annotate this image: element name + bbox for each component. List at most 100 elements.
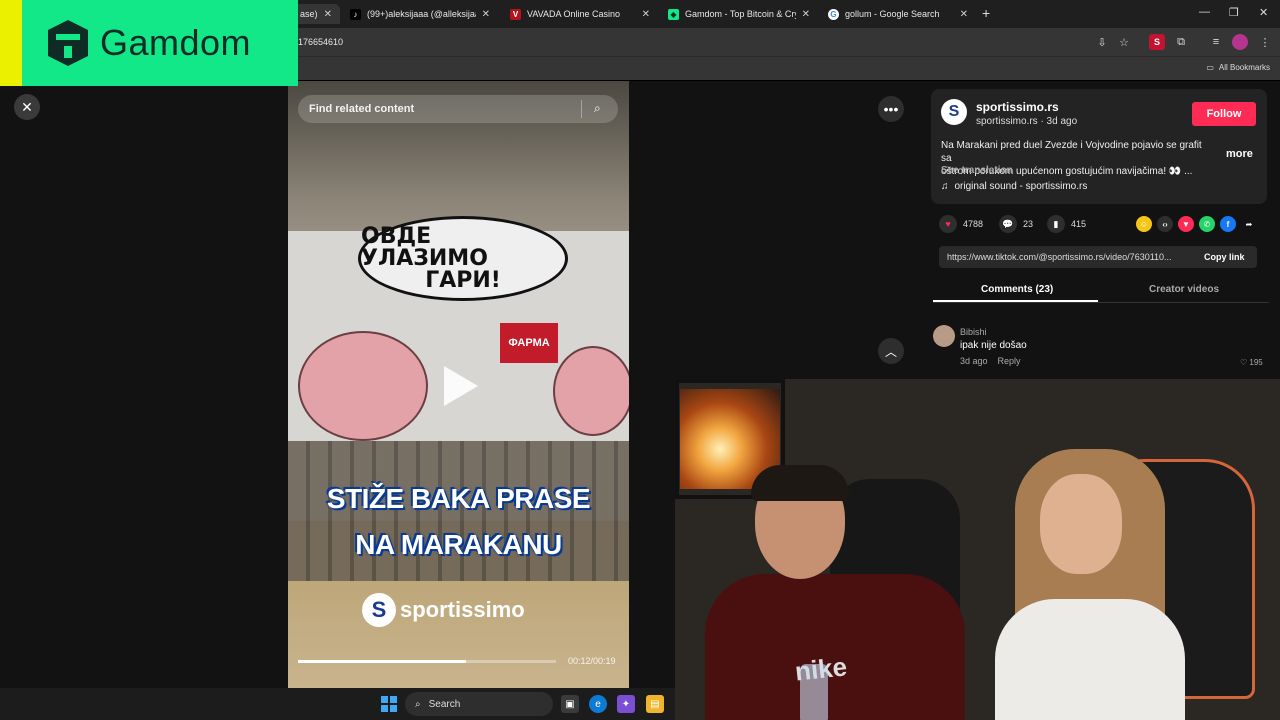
comments-tabs: Comments (23) Creator videos (933, 281, 1269, 303)
url-text[interactable]: 176654610 (298, 37, 343, 47)
graffiti-text-line1: ОВДЕ УЛАЗИМО (361, 223, 488, 271)
search-icon[interactable]: ⌕ (594, 101, 601, 116)
avatar[interactable]: S (941, 99, 967, 125)
like-button[interactable]: ♥ 4788 (939, 215, 983, 233)
close-icon[interactable]: ✕ (802, 9, 810, 20)
previous-video-button[interactable]: ︿ (878, 338, 904, 364)
whatsapp-icon[interactable]: ✆ (1199, 216, 1215, 232)
video-progress-bar[interactable] (298, 660, 556, 663)
google-icon: G (828, 8, 839, 20)
video-time: 00:12/00:19 (568, 656, 616, 666)
video-caption-line2: NA MARAKANU (355, 529, 562, 560)
close-icon: ✕ (21, 98, 33, 115)
task-view-icon[interactable]: ▣ (561, 695, 579, 713)
tab-google[interactable]: G gollum - Google Search ✕ (820, 4, 976, 24)
video-progress-fill (298, 660, 466, 663)
reading-list-icon[interactable]: ≡ (1208, 34, 1224, 50)
man-body (705, 574, 965, 720)
all-bookmarks-label: All Bookmarks (1218, 63, 1270, 72)
install-app-icon[interactable]: ⇩ (1094, 34, 1110, 50)
taskbar-search-label: Search (428, 698, 461, 710)
restore-icon[interactable]: ❐ (1229, 6, 1239, 19)
tab-title: gollum - Google Search (845, 9, 940, 19)
play-icon[interactable] (444, 366, 478, 406)
new-tab-button[interactable]: + (982, 5, 990, 21)
sound-label: original sound - sportissimo.rs (954, 181, 1088, 192)
close-video-button[interactable]: ✕ (14, 94, 40, 120)
streamer-man: nike (685, 465, 985, 720)
more-button[interactable]: more (1226, 148, 1253, 160)
reply-button[interactable]: Reply (998, 356, 1021, 366)
see-translation-link[interactable]: See translation (941, 165, 1013, 176)
tab-creator-videos[interactable]: Creator videos (1149, 284, 1219, 295)
man-hair (751, 465, 849, 501)
follow-button[interactable]: Follow (1192, 102, 1256, 126)
tab-current[interactable]: ase) | ✕ (292, 4, 340, 24)
video-caption-line1: STIŽE BAKA PRASE (326, 483, 591, 514)
gamdom-icon: ◆ (668, 8, 679, 20)
graffiti-speech-bubble: ОВДЕ УЛАЗИМО ГАРИ! (358, 216, 568, 301)
save-button[interactable]: ▮ 415 (1047, 215, 1086, 233)
search-placeholder: Find related content (309, 103, 415, 115)
taskbar-search[interactable]: ⌕ Search (405, 692, 553, 716)
tab-gamdom[interactable]: ◆ Gamdom - Top Bitcoin & Crypt ✕ (660, 4, 818, 24)
action-bar: ♥ 4788 💬 23 ▮ 415 ☺ ‹› ▼ ✆ f ➦ (939, 215, 1279, 235)
description-line1: Na Marakani pred duel Zvezde i Vojvodine… (941, 140, 1202, 164)
facebook-icon[interactable]: f (1220, 216, 1236, 232)
close-icon[interactable]: ✕ (324, 9, 332, 20)
woman-top (995, 599, 1185, 720)
copy-link-box: https://www.tiktok.com/@sportissimo.rs/v… (939, 246, 1257, 268)
avatar[interactable] (933, 325, 955, 347)
comment-author[interactable]: Bibishi (960, 327, 987, 337)
tab-comments[interactable]: Comments (23) (981, 284, 1053, 295)
tab-title: (99+)aleksijaaa (@alleksijaaaa) | (367, 9, 476, 19)
gamdom-logo-icon (48, 20, 88, 66)
minimize-icon[interactable]: — (1199, 6, 1210, 18)
copilot-icon[interactable]: ✦ (617, 695, 635, 713)
search-icon: ⌕ (415, 698, 421, 710)
comment-text: ipak nije došao (960, 340, 1027, 351)
water-bottle (800, 664, 828, 720)
search-divider (581, 100, 582, 118)
close-icon[interactable]: ✕ (482, 9, 490, 20)
sportissimo-logo-icon: S (362, 593, 396, 627)
gamdom-logo-text: Gamdom (100, 22, 252, 63)
share-friends-icon[interactable]: ☺ (1136, 216, 1152, 232)
tab-title: Gamdom - Top Bitcoin & Crypt (685, 9, 796, 19)
screen: ase) | ✕ ♪ (99+)aleksijaaa (@alleksijaaa… (0, 0, 1280, 720)
video-player[interactable]: ОВДЕ УЛАЗИМО ГАРИ! ФАРМА STIŽE BAKA PRAS… (288, 81, 629, 688)
close-icon[interactable]: ✕ (960, 9, 968, 20)
tab-vavada[interactable]: V VAVADA Online Casino ✕ (502, 4, 658, 24)
overlay-accent-bar (0, 0, 22, 86)
related-content-search[interactable]: Find related content ⌕ (298, 95, 618, 123)
star-icon[interactable]: ☆ (1116, 34, 1132, 50)
profile-avatar-icon[interactable] (1232, 34, 1248, 50)
comment-button[interactable]: 💬 23 (999, 215, 1033, 233)
share-arrow-icon[interactable]: ➦ (1241, 216, 1257, 232)
window-close-icon[interactable]: ✕ (1259, 6, 1268, 19)
taskbar: ⌕ Search ▣ e ✦ ▤ (0, 688, 675, 720)
tab-tiktok[interactable]: ♪ (99+)aleksijaaa (@alleksijaaaa) | ✕ (342, 4, 498, 24)
video-watermark: S sportissimo (362, 593, 525, 627)
folder-icon: ▭ (1206, 63, 1214, 72)
extensions-puzzle-icon[interactable]: ⧉ (1173, 34, 1189, 50)
send-icon[interactable]: ▼ (1178, 216, 1194, 232)
menu-kebab-icon[interactable]: ⋮ (1257, 34, 1273, 50)
all-bookmarks-button[interactable]: ▭ All Bookmarks (1206, 63, 1270, 72)
edge-icon[interactable]: e (589, 695, 607, 713)
author-subline: sportissimo.rs · 3d ago (976, 116, 1078, 127)
graffiti-pig-left (298, 331, 428, 441)
copy-link-button[interactable]: Copy link (1204, 252, 1245, 262)
embed-icon[interactable]: ‹› (1157, 216, 1173, 232)
sound-link[interactable]: ♫ original sound - sportissimo.rs (941, 181, 1087, 192)
extension-s-icon[interactable]: S (1149, 34, 1165, 50)
video-link[interactable]: https://www.tiktok.com/@sportissimo.rs/v… (947, 252, 1192, 262)
windows-start-icon[interactable] (381, 696, 397, 712)
more-options-button[interactable]: ••• (878, 96, 904, 122)
close-icon[interactable]: ✕ (642, 9, 650, 20)
author-username[interactable]: sportissimo.rs (976, 100, 1059, 114)
comment-like-button[interactable]: ♡ 195 (1240, 358, 1263, 367)
file-explorer-icon[interactable]: ▤ (646, 695, 664, 713)
vavada-icon: V (510, 8, 521, 20)
comment-count: 23 (1023, 219, 1034, 229)
